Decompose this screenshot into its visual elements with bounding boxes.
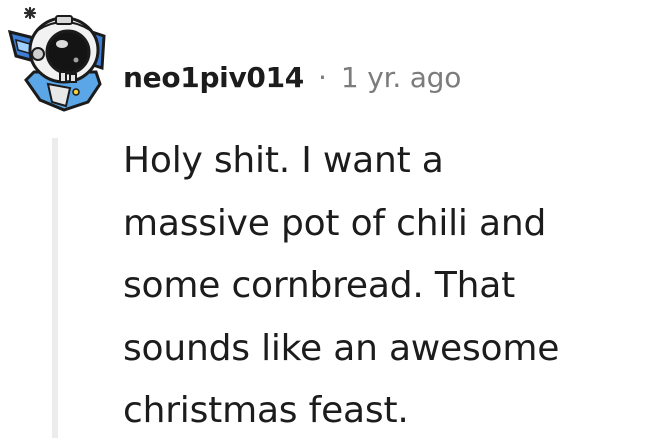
avatar[interactable] — [4, 2, 110, 114]
thread-line[interactable] — [52, 138, 58, 438]
comment-body: Holy shit. I want a massive pot of chili… — [123, 130, 638, 443]
comment-body-line: christmas feast. — [123, 390, 409, 431]
meta-separator: · — [317, 60, 327, 94]
comment-header: neo1piv014 · 1 yr. ago — [123, 54, 461, 100]
comment-body-line: massive pot of chili and — [123, 202, 547, 244]
comment-timestamp[interactable]: 1 yr. ago — [341, 61, 461, 94]
astronaut-avatar-icon — [7, 6, 106, 112]
comment: neo1piv014 · 1 yr. ago Holy shit. I want… — [0, 0, 645, 438]
username-link[interactable]: neo1piv014 — [123, 61, 304, 94]
comment-body-line: sounds like an awesome — [123, 327, 560, 369]
comment-body-line: some cornbread. That — [123, 265, 516, 306]
comment-body-line: Holy shit. I want a — [123, 140, 444, 181]
